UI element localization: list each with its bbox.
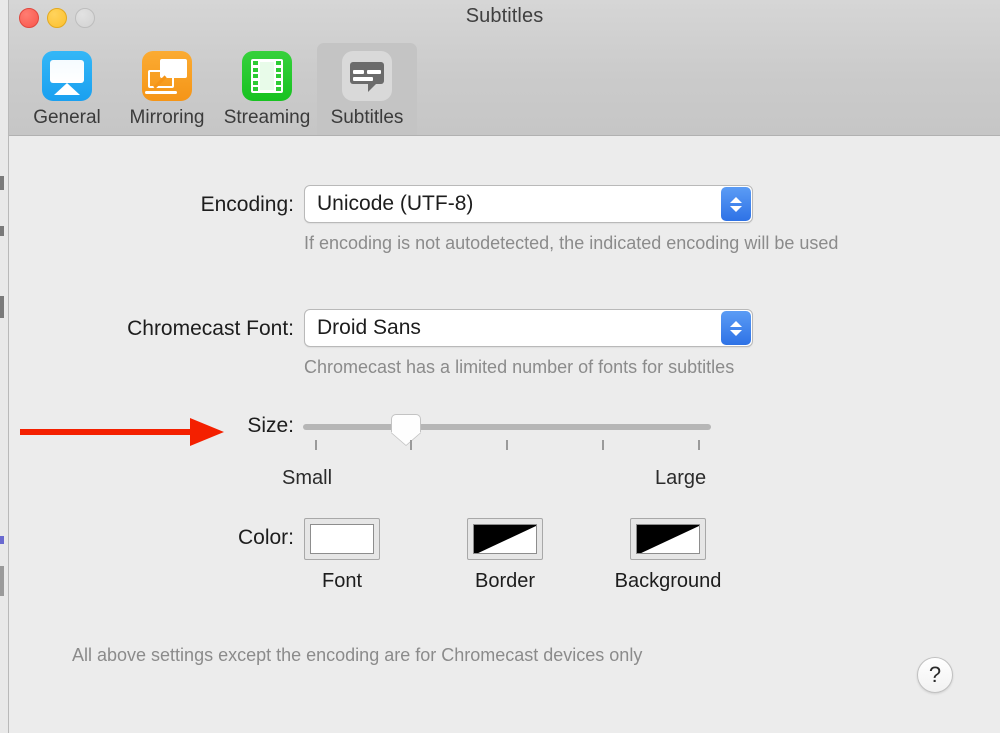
subtitles-settings-pane: Encoding: Unicode (UTF-8) If encoding is… bbox=[9, 136, 1000, 733]
tab-streaming-label: Streaming bbox=[223, 107, 311, 128]
size-slider-track[interactable] bbox=[303, 424, 711, 430]
size-label: Size: bbox=[247, 414, 294, 437]
font-color-well[interactable] bbox=[304, 518, 380, 560]
size-tick bbox=[315, 440, 317, 450]
subtitles-icon bbox=[342, 51, 392, 101]
chromecast-font-popup-button[interactable]: Droid Sans bbox=[304, 309, 753, 347]
size-max-label: Large bbox=[655, 467, 707, 489]
size-slider-thumb[interactable] bbox=[391, 414, 421, 445]
size-min-label: Small bbox=[282, 467, 333, 489]
encoding-stepper-chevrons[interactable] bbox=[721, 187, 751, 221]
background-window-mark bbox=[0, 296, 4, 318]
tab-subtitles[interactable]: Subtitles bbox=[317, 43, 417, 135]
mirroring-icon bbox=[142, 51, 192, 101]
help-button[interactable]: ? bbox=[917, 657, 953, 693]
size-tick bbox=[506, 440, 508, 450]
background-color-caption: Background bbox=[614, 570, 722, 592]
color-label: Color: bbox=[237, 526, 294, 549]
background-color-swatch bbox=[636, 524, 700, 554]
encoding-popup-button[interactable]: Unicode (UTF-8) bbox=[304, 185, 753, 223]
window-toolbar: Subtitles General Mirroring Streaming Su… bbox=[9, 0, 1000, 136]
zoom-button bbox=[75, 8, 95, 28]
chromecast-font-stepper-chevrons[interactable] bbox=[721, 311, 751, 345]
background-window-strip bbox=[0, 0, 9, 733]
font-color-swatch bbox=[310, 524, 374, 554]
airplay-icon bbox=[42, 51, 92, 101]
border-color-caption: Border bbox=[474, 570, 536, 592]
size-tick bbox=[698, 440, 700, 450]
minimize-button[interactable] bbox=[47, 8, 67, 28]
subtitles-preferences-window: Subtitles General Mirroring Streaming Su… bbox=[9, 0, 1000, 733]
preference-tabs: General Mirroring Streaming Subtitles bbox=[17, 43, 417, 135]
encoding-hint: If encoding is not autodetected, the ind… bbox=[304, 233, 839, 253]
encoding-label: Encoding: bbox=[200, 193, 294, 216]
tab-streaming[interactable]: Streaming bbox=[217, 43, 317, 135]
tab-mirroring[interactable]: Mirroring bbox=[117, 43, 217, 135]
background-window-mark bbox=[0, 176, 4, 190]
tab-general[interactable]: General bbox=[17, 43, 117, 135]
background-window-mark bbox=[0, 536, 4, 544]
footer-note: All above settings except the encoding a… bbox=[72, 645, 643, 665]
tab-general-label: General bbox=[33, 107, 101, 128]
chromecast-font-hint: Chromecast has a limited number of fonts… bbox=[304, 357, 735, 377]
tab-subtitles-label: Subtitles bbox=[330, 107, 404, 128]
background-window-mark bbox=[0, 566, 4, 596]
border-color-well[interactable] bbox=[467, 518, 543, 560]
chromecast-font-label: Chromecast Font: bbox=[127, 317, 294, 340]
traffic-lights bbox=[19, 8, 95, 28]
close-button[interactable] bbox=[19, 8, 39, 28]
filmstrip-icon bbox=[242, 51, 292, 101]
tab-mirroring-label: Mirroring bbox=[129, 107, 205, 128]
size-tick bbox=[410, 440, 412, 450]
background-color-well[interactable] bbox=[630, 518, 706, 560]
encoding-value: Unicode (UTF-8) bbox=[317, 192, 474, 215]
size-tick bbox=[602, 440, 604, 450]
chromecast-font-value: Droid Sans bbox=[317, 316, 421, 339]
font-color-caption: Font bbox=[321, 570, 363, 592]
border-color-swatch bbox=[473, 524, 537, 554]
window-title: Subtitles bbox=[465, 5, 544, 27]
background-window-mark bbox=[0, 226, 4, 236]
